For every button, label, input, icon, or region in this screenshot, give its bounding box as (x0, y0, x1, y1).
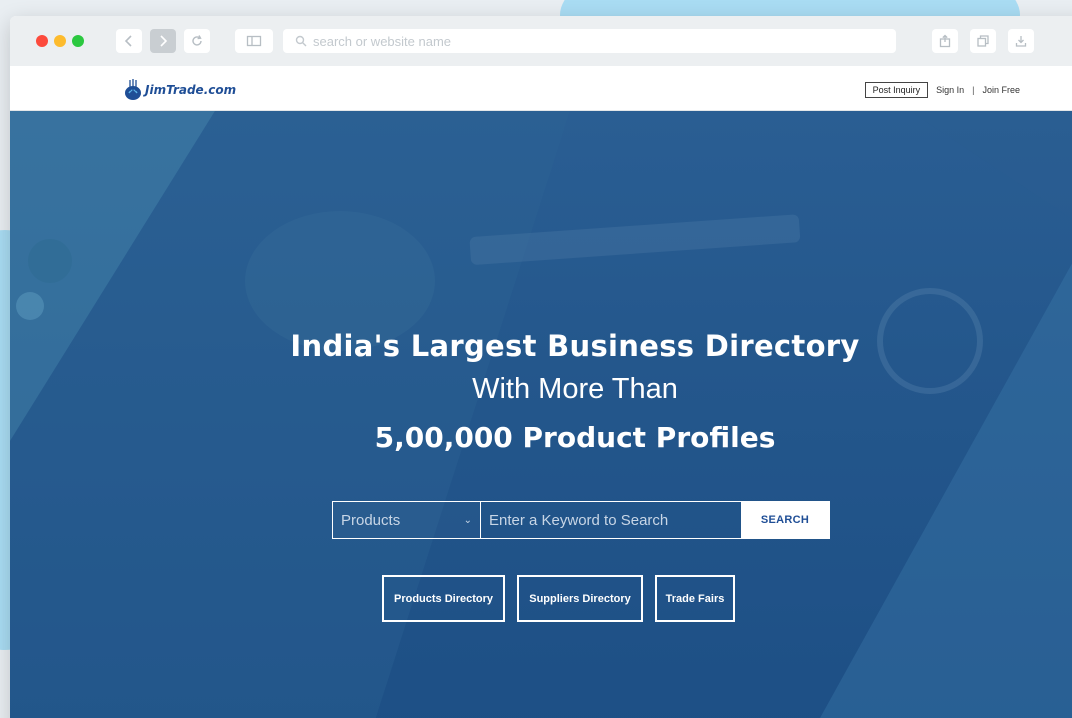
keyword-search-input[interactable]: Enter a Keyword to Search (481, 502, 741, 538)
join-free-link[interactable]: Join Free (982, 85, 1020, 95)
minimize-window-button[interactable] (54, 35, 66, 47)
browser-window: search or website name JimTrade.com Post… (10, 16, 1072, 718)
address-bar[interactable]: search or website name (283, 29, 896, 53)
download-icon[interactable] (1008, 29, 1034, 53)
reload-icon[interactable] (184, 29, 210, 53)
close-window-button[interactable] (36, 35, 48, 47)
hero-product-count: 5,00,000 Product Profiles (374, 421, 776, 454)
logo-text: JimTrade.com (145, 83, 237, 97)
hero-background-graphic (10, 111, 1072, 718)
hero-banner: India's Largest Business Directory With … (10, 111, 1072, 718)
keyword-placeholder: Enter a Keyword to Search (489, 511, 669, 529)
nav-separator: | (972, 85, 975, 95)
products-directory-button[interactable]: Products Directory (382, 575, 505, 622)
chevron-down-icon: ⌄ (463, 514, 472, 526)
sidebar-icon[interactable] (235, 29, 273, 53)
trade-fairs-button[interactable]: Trade Fairs (655, 575, 735, 622)
address-placeholder: search or website name (313, 33, 452, 49)
search-bar: Products ⌄ Enter a Keyword to Search SEA… (332, 501, 830, 539)
site-logo[interactable]: JimTrade.com (123, 79, 236, 101)
logo-globe-icon (125, 79, 141, 100)
category-selected-value: Products (341, 511, 401, 529)
hero-headline: India's Largest Business Directory (290, 329, 860, 363)
sign-in-link[interactable]: Sign In (936, 85, 964, 95)
category-select[interactable]: Products ⌄ (333, 502, 481, 538)
tabs-icon[interactable] (970, 29, 996, 53)
post-inquiry-button[interactable]: Post Inquiry (864, 82, 929, 98)
window-controls (36, 35, 84, 47)
back-icon[interactable] (116, 29, 142, 53)
directory-links: Products Directory Suppliers Directory T… (382, 575, 735, 622)
share-icon[interactable] (932, 29, 958, 53)
header-nav: Post Inquiry Sign In | Join Free (864, 82, 1020, 98)
search-button[interactable]: SEARCH (741, 502, 829, 538)
hero-subheadline: With More Than (472, 373, 678, 405)
suppliers-directory-button[interactable]: Suppliers Directory (517, 575, 643, 622)
site-header: JimTrade.com Post Inquiry Sign In | Join… (10, 66, 1072, 111)
browser-toolbar: search or website name (10, 16, 1072, 66)
maximize-window-button[interactable] (72, 35, 84, 47)
search-icon (295, 35, 307, 47)
forward-icon[interactable] (150, 29, 176, 53)
